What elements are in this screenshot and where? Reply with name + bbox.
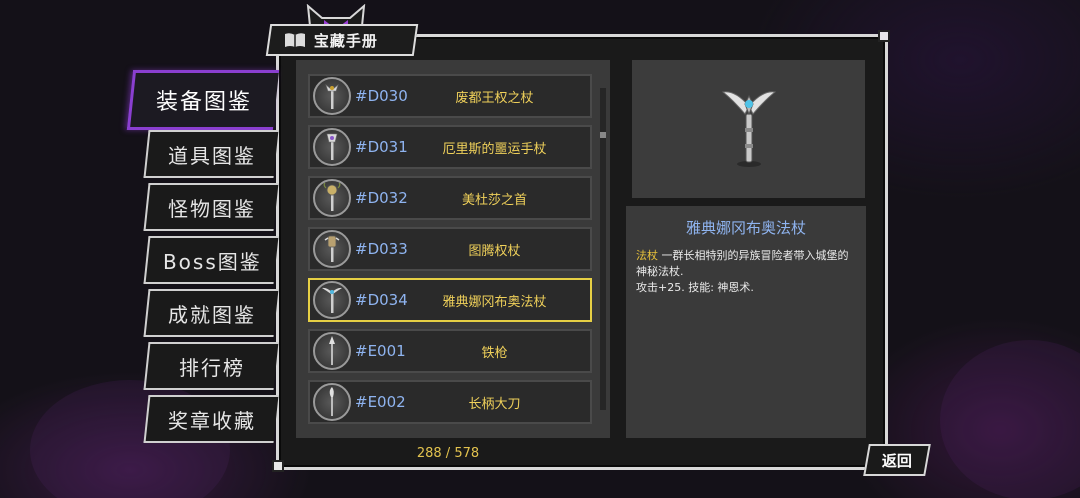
book-icon bbox=[285, 33, 305, 47]
list-item-selected[interactable]: #D034 雅典娜冈布奥法杖 bbox=[308, 278, 592, 322]
tab-label: Boss图鉴 bbox=[162, 249, 262, 274]
tab-label: 排行榜 bbox=[179, 355, 245, 380]
list-scrollbar[interactable] bbox=[600, 88, 606, 410]
tab-leaderboard[interactable]: 排行榜 bbox=[143, 342, 279, 390]
tab-equipment[interactable]: 装备图鉴 bbox=[126, 70, 280, 130]
item-code: #D033 bbox=[355, 240, 408, 258]
winged-staff-icon bbox=[313, 281, 351, 319]
item-name: 图腾权杖 bbox=[468, 243, 521, 259]
list-item[interactable]: #D030 废都王权之杖 bbox=[308, 74, 592, 118]
detail-category: 法杖 bbox=[636, 249, 658, 262]
tab-items[interactable]: 道具图鉴 bbox=[143, 130, 279, 178]
totem-staff-icon bbox=[313, 230, 351, 268]
scepter-icon bbox=[313, 77, 351, 115]
list-item[interactable]: #E002 长柄大刀 bbox=[308, 380, 592, 424]
tab-boss[interactable]: Boss图鉴 bbox=[143, 236, 279, 284]
detail-description: 法杖 一群长相特别的异族冒险者带入城堡的神秘法杖. 攻击+25. 技能: 神恩术… bbox=[636, 248, 856, 296]
detail-stats: 攻击+25. 技能: 神恩术. bbox=[636, 281, 754, 294]
frame-corner bbox=[272, 460, 284, 472]
detail-item-name: 雅典娜冈布奥法杖 bbox=[685, 219, 806, 237]
item-preview-panel bbox=[632, 60, 865, 198]
page-counter: 288 / 578 bbox=[416, 446, 480, 461]
tab-monsters[interactable]: 怪物图鉴 bbox=[143, 183, 279, 231]
tab-label: 怪物图鉴 bbox=[168, 196, 256, 221]
item-list-panel: #D030 废都王权之杖 #D031 厄里斯的噩运手杖 #D032 美杜莎之首 … bbox=[296, 60, 610, 438]
item-name: 美杜莎之首 bbox=[461, 192, 527, 208]
item-name: 废都王权之杖 bbox=[455, 90, 534, 106]
item-code: #D030 bbox=[355, 87, 408, 105]
list-item[interactable]: #D033 图腾权杖 bbox=[308, 227, 592, 271]
spear-icon bbox=[313, 332, 351, 370]
scrollbar-thumb[interactable] bbox=[600, 132, 606, 138]
back-button-label: 返回 bbox=[881, 451, 912, 470]
frame-corner bbox=[878, 30, 890, 42]
background-blob bbox=[940, 340, 1080, 498]
detail-description-text: 一群长相特别的异族冒险者带入城堡的神秘法杖. bbox=[636, 249, 849, 278]
item-name: 铁枪 bbox=[481, 345, 508, 361]
tab-achievements[interactable]: 成就图鉴 bbox=[143, 289, 279, 337]
tab-label: 成就图鉴 bbox=[168, 302, 256, 327]
tab-label: 道具图鉴 bbox=[168, 143, 256, 168]
tab-medals[interactable]: 奖章收藏 bbox=[143, 395, 279, 443]
item-code: #E002 bbox=[355, 393, 406, 411]
item-code: #D034 bbox=[355, 291, 408, 309]
back-button[interactable]: 返回 bbox=[863, 444, 931, 476]
item-name: 雅典娜冈布奥法杖 bbox=[442, 294, 547, 310]
page-title: 宝藏手册 bbox=[314, 31, 379, 50]
staff-icon bbox=[313, 128, 351, 166]
tab-label: 装备图鉴 bbox=[156, 90, 253, 115]
tab-label: 奖章收藏 bbox=[168, 408, 256, 433]
medusa-staff-icon bbox=[313, 179, 351, 217]
list-item[interactable]: #E001 铁枪 bbox=[308, 329, 592, 373]
list-item[interactable]: #D032 美杜莎之首 bbox=[308, 176, 592, 220]
item-code: #D031 bbox=[355, 138, 408, 156]
item-name: 长柄大刀 bbox=[468, 396, 521, 412]
winged-staff-icon bbox=[721, 91, 776, 167]
title-tab: 宝藏手册 bbox=[265, 24, 419, 56]
item-code: #E001 bbox=[355, 342, 406, 360]
glaive-icon bbox=[313, 383, 351, 421]
item-name: 厄里斯的噩运手杖 bbox=[442, 141, 547, 157]
list-item[interactable]: #D031 厄里斯的噩运手杖 bbox=[308, 125, 592, 169]
item-code: #D032 bbox=[355, 189, 408, 207]
item-info-panel: 雅典娜冈布奥法杖 法杖 一群长相特别的异族冒险者带入城堡的神秘法杖. 攻击+25… bbox=[626, 206, 866, 438]
